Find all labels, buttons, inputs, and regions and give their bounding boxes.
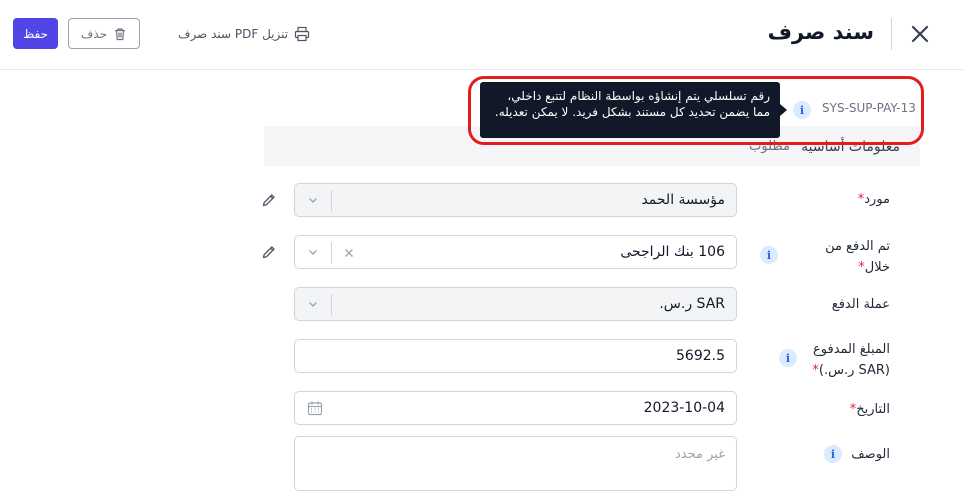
supplier-value: مؤسسة الحمد xyxy=(641,192,725,208)
info-icon[interactable]: i xyxy=(824,445,842,463)
supplier-label: مورد* xyxy=(857,192,890,207)
section-title: معلومات أساسية xyxy=(801,139,900,155)
info-icon[interactable]: i xyxy=(779,349,797,367)
delete-button[interactable]: حذف xyxy=(68,18,140,49)
date-value: 2023-10-04 xyxy=(643,400,725,416)
clear-x-icon[interactable] xyxy=(343,247,355,259)
chevron-down-icon[interactable] xyxy=(307,194,319,206)
amount-input[interactable]: 5692.5 xyxy=(294,339,737,373)
download-pdf-label: تنزيل PDF سند صرف xyxy=(178,27,289,41)
calendar-icon[interactable] xyxy=(307,400,323,416)
trash-icon xyxy=(115,27,126,40)
amount-label: المبلغ المدفوع (SAR ر.س.)* xyxy=(812,342,890,378)
currency-select[interactable]: SAR ر.س. xyxy=(294,287,737,321)
paid-via-value: 106 بنك الراجحى xyxy=(620,244,725,260)
amount-value: 5692.5 xyxy=(676,348,725,364)
delete-label: حذف xyxy=(80,26,108,41)
description-label: الوصف xyxy=(851,447,890,462)
serial-tooltip: رقم تسلسلي يتم إنشاؤه بواسطة النظام لتتب… xyxy=(480,82,780,138)
select-divider xyxy=(331,190,332,212)
pencil-icon[interactable] xyxy=(261,244,277,260)
serial-number: SYS-SUP-PAY-13 xyxy=(822,101,916,115)
description-textarea[interactable]: غير محدد xyxy=(294,436,737,491)
section-required-note: مطلوب xyxy=(749,139,790,154)
save-button[interactable]: حفظ xyxy=(13,18,58,49)
header-divider xyxy=(891,18,892,50)
printer-icon xyxy=(294,26,310,42)
supplier-select[interactable]: مؤسسة الحمد xyxy=(294,183,737,217)
pencil-icon[interactable] xyxy=(261,192,277,208)
paid-via-label: تم الدفع من خلال* xyxy=(825,239,890,275)
currency-label: عملة الدفع xyxy=(831,297,890,312)
date-input[interactable]: 2023-10-04 xyxy=(294,391,737,425)
chevron-down-icon[interactable] xyxy=(307,298,319,310)
select-divider xyxy=(331,242,332,264)
close-icon[interactable] xyxy=(908,22,932,46)
tooltip-arrow xyxy=(780,104,787,116)
currency-value: SAR ر.س. xyxy=(659,296,725,312)
page-title: سند صرف xyxy=(767,20,874,44)
download-pdf-button[interactable]: تنزيل PDF سند صرف xyxy=(178,22,310,46)
date-label: التاريخ* xyxy=(849,402,890,417)
paid-via-select[interactable]: 106 بنك الراجحى xyxy=(294,235,737,269)
info-icon[interactable]: i xyxy=(793,101,811,119)
select-divider xyxy=(331,294,332,316)
description-placeholder: غير محدد xyxy=(675,447,725,462)
info-icon[interactable]: i xyxy=(760,246,778,264)
chevron-down-icon[interactable] xyxy=(307,246,319,258)
